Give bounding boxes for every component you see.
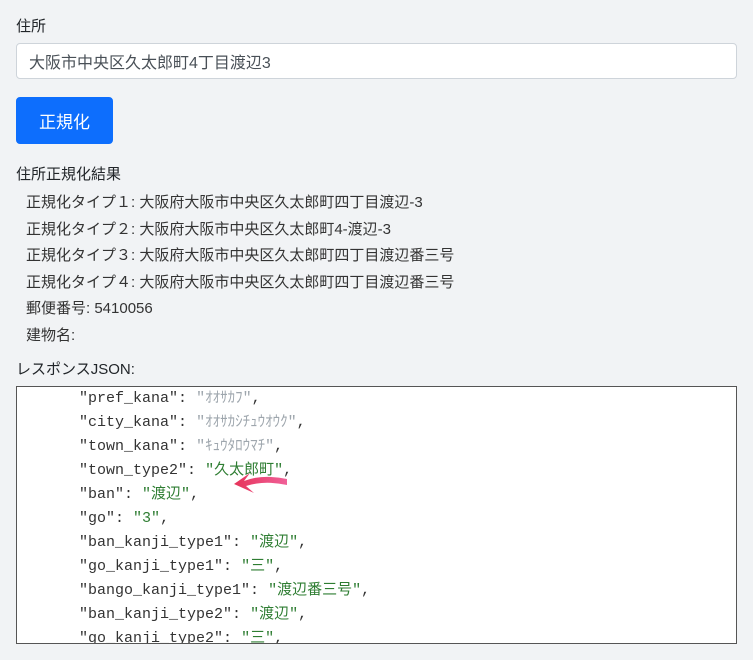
json-key: "town_kana" bbox=[79, 438, 178, 455]
json-key: "city_kana" bbox=[79, 414, 178, 431]
response-json-content: "pref_kana": "ｵｵｻｶﾌ", "city_kana": "ｵｵｻｶ… bbox=[25, 387, 728, 644]
json-key: "go" bbox=[79, 510, 115, 527]
result-value: 5410056 bbox=[94, 300, 152, 317]
result-label: 正規化タイプ４: bbox=[26, 274, 139, 291]
address-label: 住所 bbox=[16, 16, 737, 39]
json-value: "渡辺" bbox=[250, 606, 298, 623]
json-value: "3" bbox=[133, 510, 160, 527]
address-section: 住所 bbox=[16, 16, 737, 79]
address-input[interactable] bbox=[16, 43, 737, 79]
json-value: "ｵｵｻｶｼﾁｭｳｵｳｸ" bbox=[196, 414, 297, 431]
json-line: "bango_kanji_type1": "渡辺番三号", bbox=[25, 579, 728, 603]
normalize-button[interactable]: 正規化 bbox=[16, 97, 113, 144]
json-key: "go_kanji_type1" bbox=[79, 558, 223, 575]
json-line: "ban_kanji_type2": "渡辺", bbox=[25, 603, 728, 627]
result-postal: 郵便番号: 5410056 bbox=[26, 298, 737, 321]
json-key: "ban_kanji_type1" bbox=[79, 534, 232, 551]
json-key: "town_type2" bbox=[79, 462, 187, 479]
json-value: "ｵｵｻｶﾌ" bbox=[196, 390, 252, 407]
json-value: "三" bbox=[241, 558, 274, 575]
json-line: "go_kanji_type2": "三", bbox=[25, 627, 728, 644]
json-key: "ban" bbox=[79, 486, 124, 503]
result-label: 正規化タイプ２: bbox=[26, 221, 139, 238]
json-line: "city_kana": "ｵｵｻｶｼﾁｭｳｵｳｸ", bbox=[25, 411, 728, 435]
result-label: 郵便番号: bbox=[26, 300, 94, 317]
result-value: 大阪府大阪市中央区久太郎町4-渡辺-3 bbox=[139, 221, 391, 238]
json-value: "ｷｭｳﾀﾛｳﾏﾁ" bbox=[196, 438, 274, 455]
results-heading: 住所正規化結果 bbox=[16, 164, 737, 187]
result-type2: 正規化タイプ２: 大阪府大阪市中央区久太郎町4-渡辺-3 bbox=[26, 219, 737, 242]
json-key: "pref_kana" bbox=[79, 390, 178, 407]
json-value: "三" bbox=[241, 630, 274, 644]
result-building: 建物名: bbox=[26, 325, 737, 348]
json-line: "pref_kana": "ｵｵｻｶﾌ", bbox=[25, 387, 728, 411]
json-key: "bango_kanji_type1" bbox=[79, 582, 250, 599]
json-line: "town_kana": "ｷｭｳﾀﾛｳﾏﾁ", bbox=[25, 435, 728, 459]
result-value: 大阪府大阪市中央区久太郎町四丁目渡辺番三号 bbox=[139, 274, 454, 291]
json-line: "go": "3", bbox=[25, 507, 728, 531]
result-type3: 正規化タイプ３: 大阪府大阪市中央区久太郎町四丁目渡辺番三号 bbox=[26, 245, 737, 268]
json-line: "ban_kanji_type1": "渡辺", bbox=[25, 531, 728, 555]
json-value: "渡辺" bbox=[142, 486, 190, 503]
result-label: 建物名: bbox=[26, 327, 75, 344]
response-json-box[interactable]: "pref_kana": "ｵｵｻｶﾌ", "city_kana": "ｵｵｻｶ… bbox=[16, 386, 737, 644]
result-type4: 正規化タイプ４: 大阪府大阪市中央区久太郎町四丁目渡辺番三号 bbox=[26, 272, 737, 295]
json-line: "ban": "渡辺", bbox=[25, 483, 728, 507]
result-type1: 正規化タイプ１: 大阪府大阪市中央区久太郎町四丁目渡辺-3 bbox=[26, 192, 737, 215]
result-label: 正規化タイプ３: bbox=[26, 247, 139, 264]
result-label: 正規化タイプ１: bbox=[26, 194, 139, 211]
results-block: 正規化タイプ１: 大阪府大阪市中央区久太郎町四丁目渡辺-3 正規化タイプ２: 大… bbox=[16, 192, 737, 347]
result-value: 大阪府大阪市中央区久太郎町四丁目渡辺-3 bbox=[139, 194, 422, 211]
json-key: "ban_kanji_type2" bbox=[79, 606, 232, 623]
json-key: "go_kanji_type2" bbox=[79, 630, 223, 644]
json-value: "久太郎町" bbox=[205, 462, 283, 479]
response-json-label: レスポンスJSON: bbox=[16, 359, 737, 382]
json-value: "渡辺" bbox=[250, 534, 298, 551]
json-line: "go_kanji_type1": "三", bbox=[25, 555, 728, 579]
json-value: "渡辺番三号" bbox=[268, 582, 361, 599]
json-line: "town_type2": "久太郎町", bbox=[25, 459, 728, 483]
result-value: 大阪府大阪市中央区久太郎町四丁目渡辺番三号 bbox=[139, 247, 454, 264]
